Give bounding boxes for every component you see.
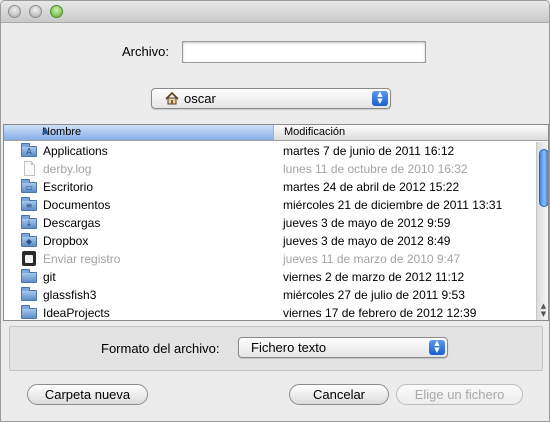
folder-icon: ≡	[21, 197, 37, 212]
file-name: Dropbox	[43, 234, 89, 248]
folder-icon: ▭	[21, 179, 37, 194]
file-modified: martes 7 de junio de 2011 16:12	[283, 144, 455, 158]
file-row: Enviar registro jueves 11 de marzo de 20…	[4, 250, 536, 268]
file-row[interactable]: A Applications martes 7 de junio de 2011…	[4, 142, 536, 160]
file-modified: martes 24 de abril de 2012 15:22	[283, 180, 460, 194]
column-header-nombre[interactable]: Nombre ▲	[4, 125, 274, 140]
folder-icon: ↓	[21, 215, 37, 230]
file-name: IdeaProjects	[43, 306, 110, 320]
file-modified: jueves 11 de marzo de 2010 9:47	[283, 252, 461, 266]
file-name: Escritorio	[43, 180, 94, 194]
location-value: oscar	[184, 91, 216, 106]
file-row[interactable]: glassfish3 miércoles 27 de julio de 2011…	[4, 286, 536, 304]
column-header-modificacion[interactable]: Modificación	[284, 126, 345, 138]
file-name: derby.log	[43, 162, 92, 176]
file-modified: miércoles 21 de diciembre de 2011 13:31	[283, 198, 503, 212]
file-row[interactable]: ◆ Dropbox jueves 3 de mayo de 2012 8:49	[4, 232, 536, 250]
location-popup[interactable]: oscar ▲ ▼	[151, 88, 391, 109]
document-icon	[21, 161, 37, 176]
file-name: Documentos	[43, 198, 111, 212]
format-value: Fichero texto	[251, 340, 327, 355]
file-modified: viernes 2 de marzo de 2012 11:12	[283, 270, 465, 284]
folder-icon: ◆	[21, 233, 37, 248]
choose-file-button: Elige un fichero	[396, 384, 523, 405]
archivo-label: Archivo:	[122, 44, 169, 59]
file-name: Enviar registro	[43, 252, 121, 266]
file-modified: miércoles 27 de julio de 2011 9:53	[283, 288, 465, 302]
folder-icon	[21, 269, 37, 284]
file-name: Descargas	[43, 216, 101, 230]
format-panel: Formato del archivo: Fichero texto ▲ ▼	[9, 326, 543, 371]
vertical-scrollbar[interactable]: ▲ ▼	[536, 142, 548, 320]
file-name: Applications	[43, 144, 108, 158]
file-browser: Nombre ▲ Modificación A Applications mar…	[3, 124, 549, 321]
title-bar	[1, 1, 549, 23]
format-label: Formato del archivo:	[101, 341, 220, 356]
sort-ascending-icon: ▲	[42, 126, 49, 136]
file-row[interactable]: IdeaProjects viernes 17 de febrero de 20…	[4, 304, 536, 320]
cancel-button[interactable]: Cancelar	[289, 384, 389, 405]
file-row[interactable]: ≡ Documentos miércoles 21 de diciembre d…	[4, 196, 536, 214]
save-file-dialog: Archivo: oscar ▲ ▼ Nombre ▲ Modificación …	[0, 0, 550, 422]
folder-icon	[21, 287, 37, 302]
folder-icon	[21, 305, 37, 320]
scroll-arrows-icon[interactable]: ▲ ▼	[538, 302, 548, 318]
new-folder-button[interactable]: Carpeta nueva	[27, 384, 148, 405]
home-icon	[165, 92, 179, 105]
file-row: derby.log lunes 11 de octubre de 2010 16…	[4, 160, 536, 178]
updown-arrows-icon: ▲ ▼	[429, 340, 445, 355]
file-modified: lunes 11 de octubre de 2010 16:32	[283, 162, 468, 176]
updown-arrows-icon: ▲ ▼	[372, 91, 388, 106]
file-modified: jueves 3 de mayo de 2012 8:49	[283, 234, 451, 248]
app-icon	[21, 251, 37, 266]
file-modified: jueves 3 de mayo de 2012 9:59	[283, 216, 451, 230]
file-name: git	[43, 270, 56, 284]
archivo-input[interactable]	[182, 41, 426, 63]
format-popup[interactable]: Fichero texto ▲ ▼	[238, 337, 448, 358]
table-header: Nombre ▲ Modificación	[4, 125, 548, 141]
file-row[interactable]: ↓ Descargas jueves 3 de mayo de 2012 9:5…	[4, 214, 536, 232]
folder-icon: A	[21, 143, 37, 158]
file-row[interactable]: ▭ Escritorio martes 24 de abril de 2012 …	[4, 178, 536, 196]
zoom-window-button[interactable]	[50, 5, 63, 18]
file-row[interactable]: git viernes 2 de marzo de 2012 11:12	[4, 268, 536, 286]
close-window-button[interactable]	[8, 5, 21, 18]
scrollbar-thumb[interactable]	[539, 149, 548, 207]
file-name: glassfish3	[43, 288, 97, 302]
file-modified: viernes 17 de febrero de 2012 12:39	[283, 306, 477, 320]
file-list: A Applications martes 7 de junio de 2011…	[4, 142, 536, 320]
minimize-window-button[interactable]	[29, 5, 42, 18]
